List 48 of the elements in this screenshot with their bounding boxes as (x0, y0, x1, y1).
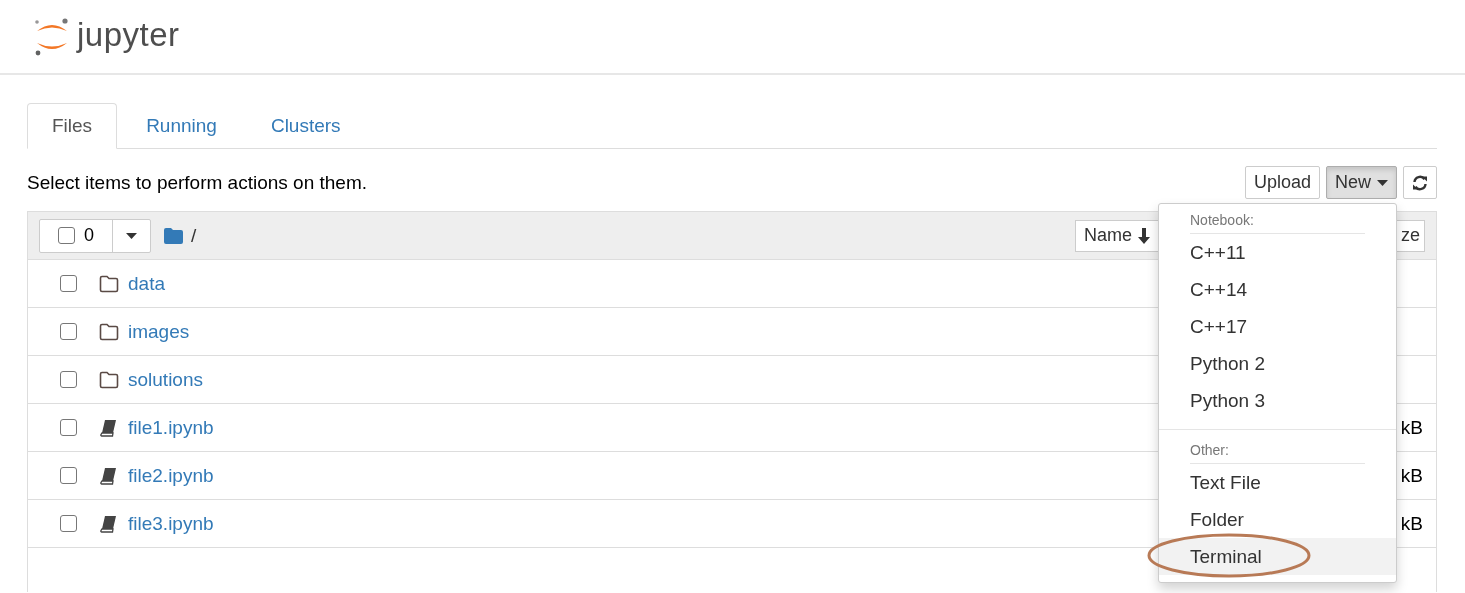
menu-item[interactable]: Text File (1159, 464, 1396, 501)
new-button[interactable]: New (1326, 166, 1397, 199)
logo-text: jupyter (77, 15, 180, 54)
selected-count: 0 (84, 225, 94, 246)
checkbox[interactable] (60, 323, 77, 340)
menu-heading: Notebook: (1190, 209, 1365, 234)
file-size: kB (1400, 464, 1423, 487)
file-link[interactable]: data (128, 272, 165, 295)
instruction-text: Select items to perform actions on them. (27, 171, 368, 194)
menu-item[interactable]: C++14 (1159, 271, 1396, 308)
menu-item[interactable]: C++11 (1159, 234, 1396, 271)
file-size: kB (1400, 512, 1423, 535)
folder-icon (99, 322, 119, 341)
menu-item[interactable]: Python 3 (1159, 382, 1396, 419)
logo-icon (33, 15, 71, 58)
file-link[interactable]: file1.ipynb (128, 416, 214, 439)
refresh-icon (1412, 174, 1428, 191)
upload-button[interactable]: Upload (1244, 166, 1320, 199)
menu-item[interactable]: C++17 (1159, 308, 1396, 345)
book-icon (99, 514, 119, 533)
menu-item[interactable]: Python 2 (1159, 345, 1396, 382)
tab[interactable]: Files (27, 103, 118, 149)
file-link[interactable]: images (128, 320, 190, 343)
folder-icon (164, 227, 183, 244)
folder-icon (99, 370, 119, 389)
file-link[interactable]: file3.ipynb (128, 512, 214, 535)
menu-item[interactable]: Folder (1159, 501, 1396, 538)
checkbox[interactable] (60, 467, 77, 484)
file-link[interactable]: solutions (128, 368, 203, 391)
select-all-checkbox[interactable] (58, 227, 75, 244)
refresh-button[interactable] (1403, 166, 1437, 199)
book-icon (99, 466, 119, 485)
folder-icon (99, 274, 119, 293)
checkbox[interactable] (60, 419, 77, 436)
caret-icon (1377, 179, 1388, 186)
file-size: kB (1400, 416, 1423, 439)
path-link[interactable]: / (191, 224, 197, 247)
checkbox[interactable] (60, 275, 77, 292)
tab[interactable]: Clusters (245, 103, 366, 149)
sort-button[interactable]: Name (1075, 219, 1160, 252)
menu-heading: Other: (1190, 439, 1365, 464)
caret-icon (126, 232, 137, 239)
checkbox[interactable] (60, 371, 77, 388)
checkbox[interactable] (60, 515, 77, 532)
file-link[interactable]: file2.ipynb (128, 464, 214, 487)
tab[interactable]: Running (121, 103, 242, 149)
menu-item[interactable]: Terminal (1159, 538, 1396, 575)
book-icon (99, 418, 119, 437)
